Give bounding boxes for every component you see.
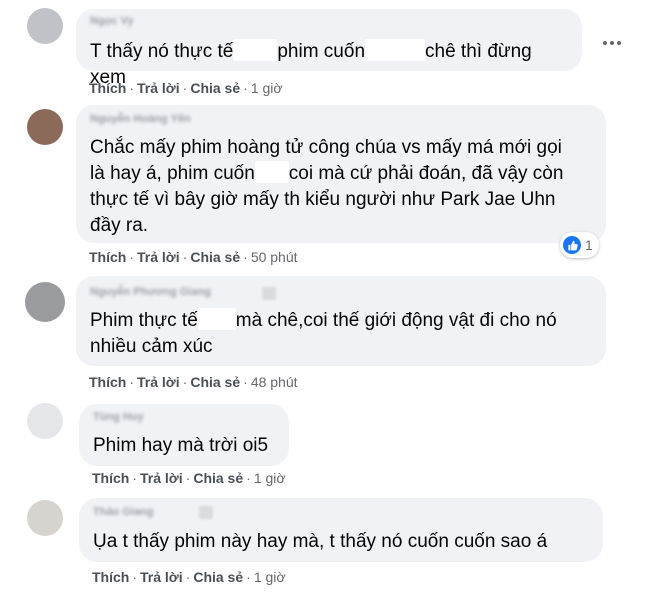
avatar[interactable] [27,109,63,145]
share-button[interactable]: Chia sẻ [190,374,240,390]
like-button[interactable]: Thích [89,374,126,390]
comment-timestamp[interactable]: 1 giờ [254,470,286,486]
comment-timestamp[interactable]: 48 phút [251,374,298,390]
comment-timestamp[interactable]: 1 giờ [251,80,283,96]
like-button[interactable]: Thích [89,80,126,96]
share-button[interactable]: Chia sẻ [193,470,243,486]
avatar[interactable] [27,500,63,536]
comment-author[interactable]: Nguyễn Phương Giang [90,286,211,298]
comment-bubble: Thảo Giang Ụa t thấy phim này hay mà, t … [79,498,603,562]
comment-text-line: Phim thực tế [90,310,198,331]
reply-button[interactable]: Trả lời [140,569,183,585]
comment-actions: Thích · Trả lời · Chia sẻ · 48 phút [89,374,298,390]
comment-bubble: Nguyễn Phương Giang Phim thực tế mà chê,c… [76,276,606,366]
like-button[interactable]: Thích [89,249,126,265]
reply-button[interactable]: Trả lời [137,249,180,265]
comment-text: Chắc mấy phim hoàng tử công chúa vs mấy … [90,135,596,239]
comment-author[interactable]: Nguyễn Hoàng Yến [90,113,191,125]
comment-text-line: mà chê,coi thế giới động vật đi cho nó [235,310,557,331]
comment-author[interactable]: Ngọc Vy [90,15,134,27]
reaction-count-text: 1 [585,237,593,253]
avatar[interactable] [27,8,63,44]
share-button[interactable]: Chia sẻ [193,569,243,585]
comment-text: Phim thực tế mà chê,coi thế giới động vật… [90,308,596,360]
comment-text: Ụa t thấy phim này hay mà, t thấy nó cuố… [93,529,593,555]
comment-text-line: thực tế vì bây giờ mấy th kiểu người như… [90,189,556,210]
comment-timestamp[interactable]: 1 giờ [254,569,286,585]
reply-button[interactable]: Trả lời [140,470,183,486]
share-button[interactable]: Chia sẻ [190,249,240,265]
comment-bubble: Nguyễn Hoàng Yến Chắc mấy phim hoàng tử … [76,105,606,243]
comment-text-part: phim cuốn [277,41,366,62]
comment-text-line: coi mà cứ phải đoán, đã vậy còn [288,163,564,184]
comment-text-line: là hay á, phim cuốn [90,163,255,184]
comment-actions: Thích · Trả lời · Chia sẻ · 1 giờ [89,80,283,96]
like-button[interactable]: Thích [92,569,129,585]
author-badge-icon [262,287,276,300]
comment-text: Phim hay mà trời oi5 [93,433,279,459]
comment-author[interactable]: Tùng Huy [93,411,144,423]
comment-text-line: Phim hay mà trời oi5 [93,435,269,456]
comment-author[interactable]: Thảo Giang [93,506,154,518]
comment-actions: Thích · Trả lời · Chia sẻ · 50 phút [89,249,298,265]
comment-timestamp[interactable]: 50 phút [251,249,298,265]
comment-actions: Thích · Trả lời · Chia sẻ · 1 giờ [92,569,286,585]
author-badge-icon [199,506,213,519]
comment-bubble: Ngọc Vy T thấy nó thực tế phim cuốn chê th… [76,9,582,88]
more-options-icon[interactable] [603,32,625,45]
comment-text-part: T thấy nó thực tế [90,41,234,62]
comment-text-line: đầy ra. [90,215,149,236]
avatar[interactable] [25,282,65,322]
like-button[interactable]: Thích [92,470,129,486]
avatar[interactable] [27,403,63,439]
like-reaction-icon [563,236,581,254]
reply-button[interactable]: Trả lời [137,374,180,390]
share-button[interactable]: Chia sẻ [190,80,240,96]
comment-text-line: Chắc mấy phim hoàng tử công chúa vs mấy … [90,137,562,158]
comment-actions: Thích · Trả lời · Chia sẻ · 1 giờ [92,470,286,486]
comment-text-line: Ụa t thấy phim này hay mà, t thấy nó cuố… [93,531,548,552]
reaction-count[interactable]: 1 [560,232,599,258]
comment-bubble: Tùng Huy Phim hay mà trời oi5 [79,404,289,466]
comment-text-line: nhiều cảm xúc [90,336,213,357]
reply-button[interactable]: Trả lời [137,80,180,96]
